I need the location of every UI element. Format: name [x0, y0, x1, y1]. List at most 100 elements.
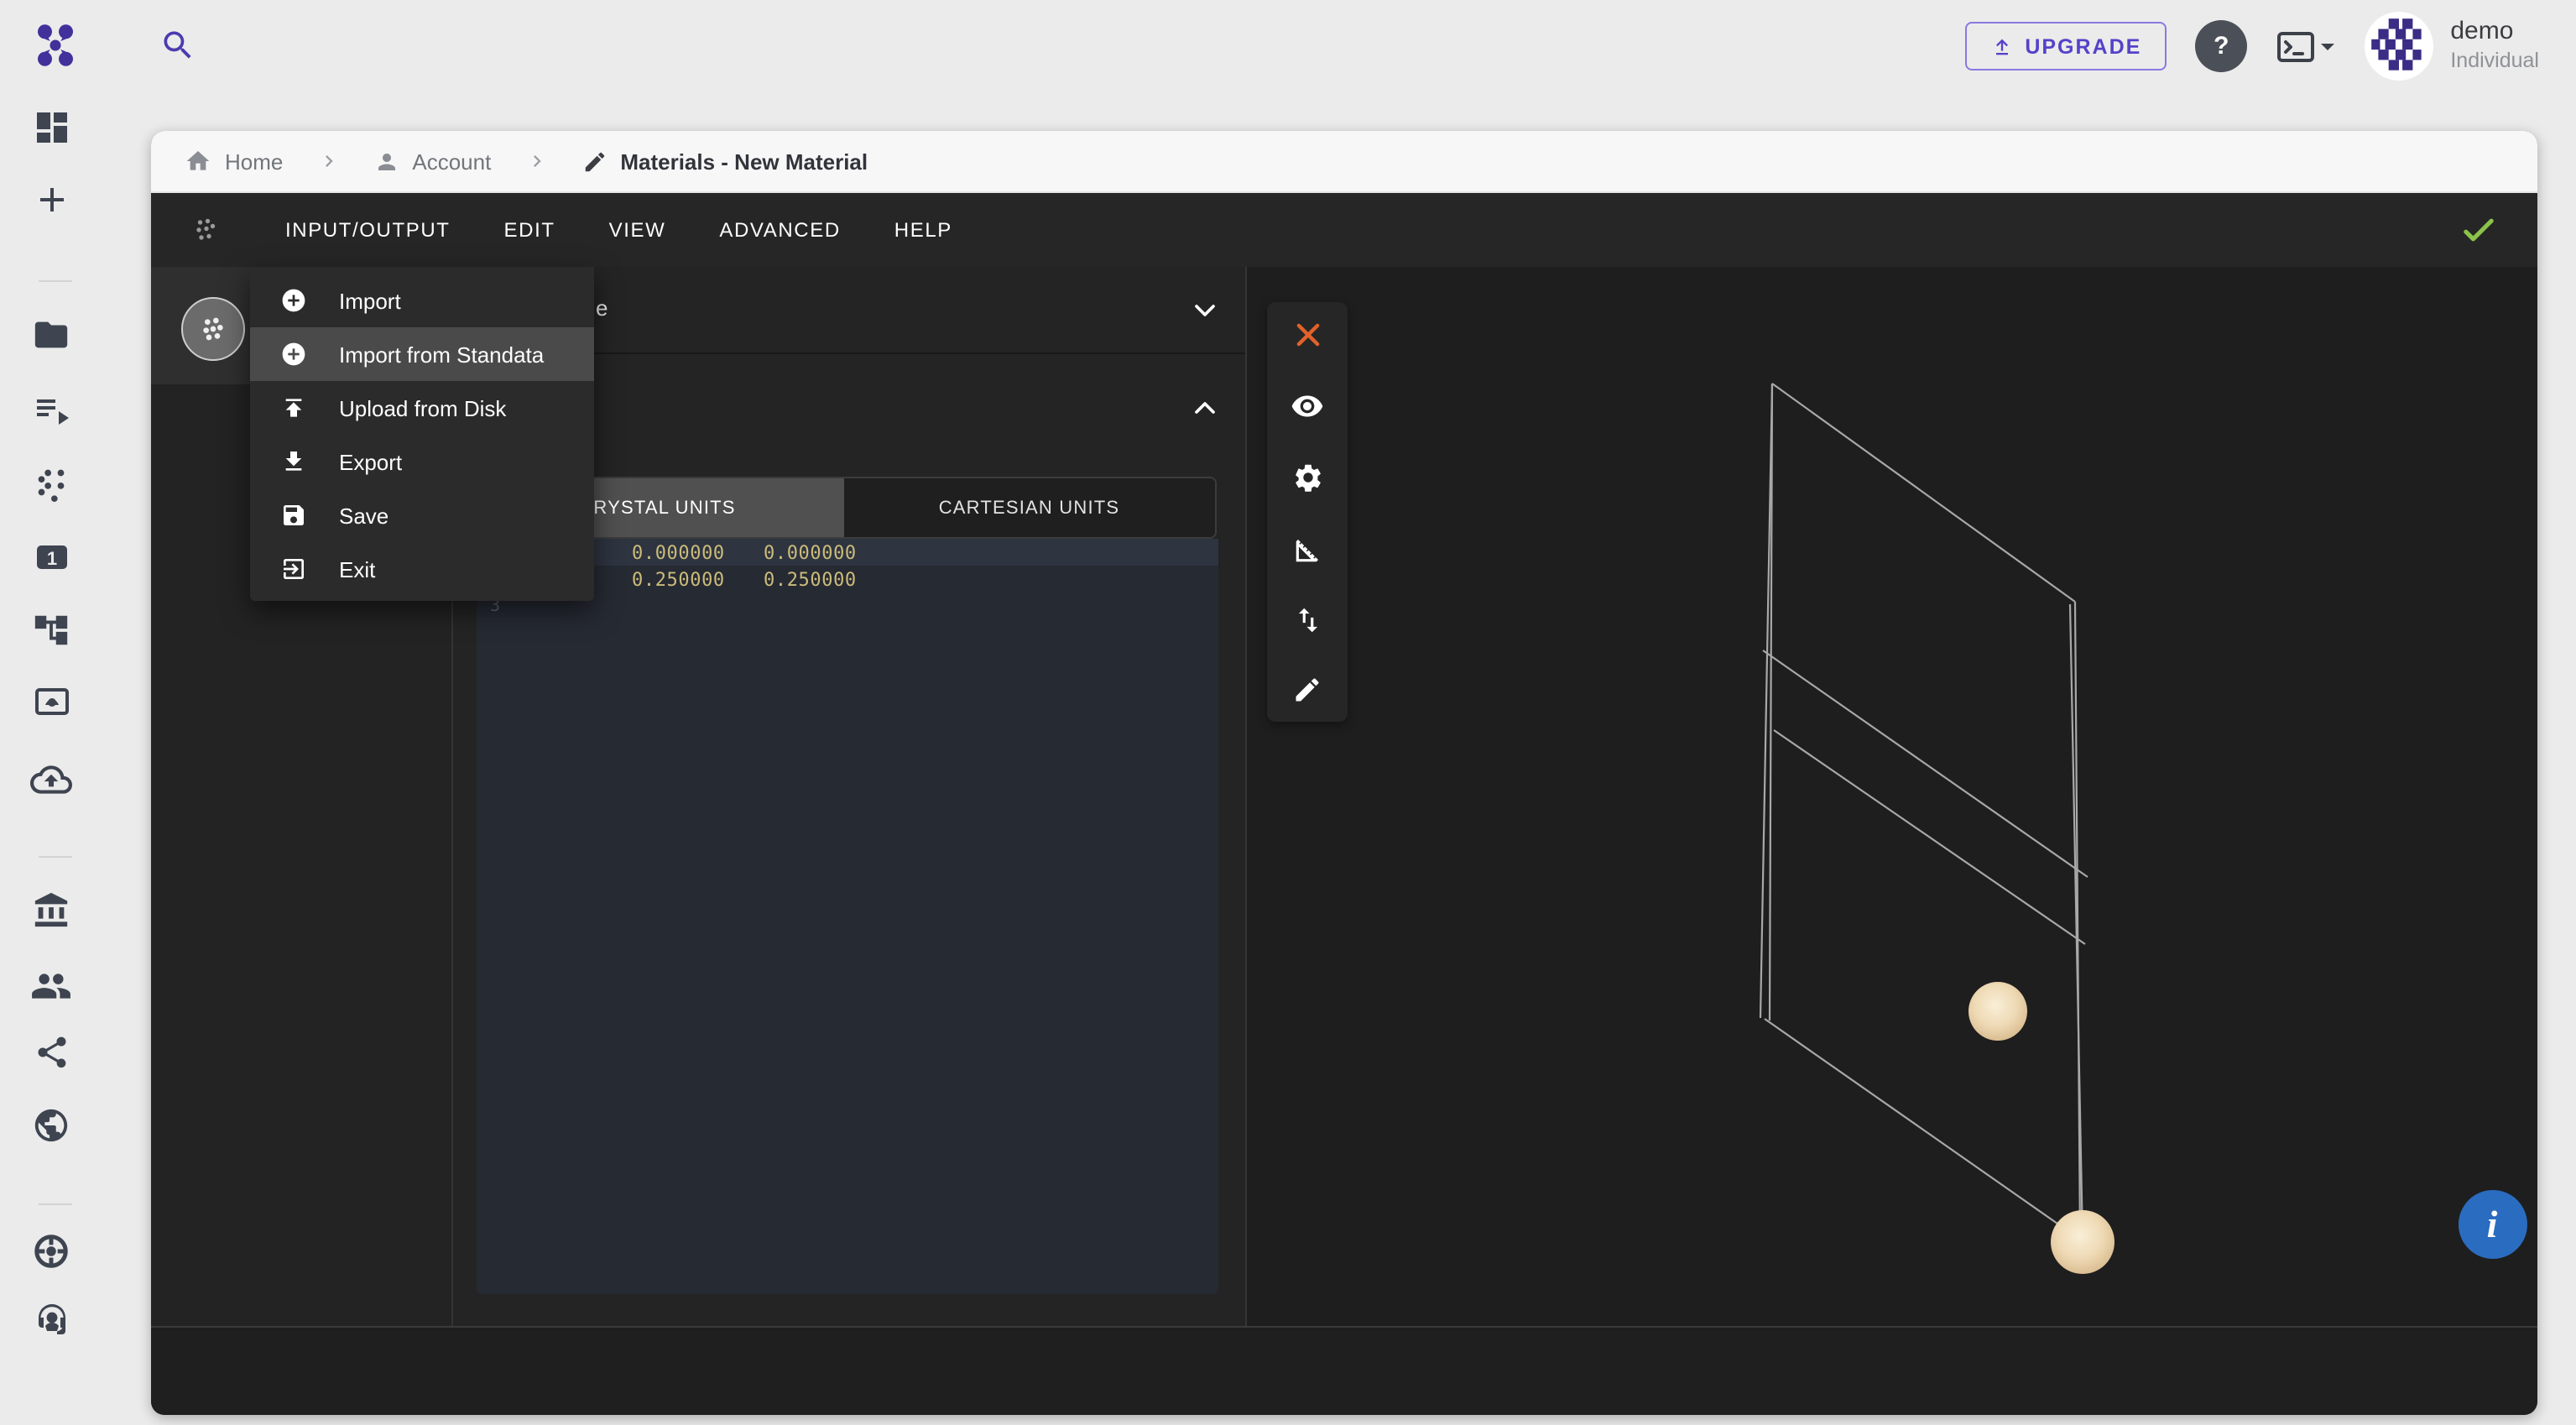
gear-icon[interactable] — [1291, 462, 1323, 494]
top-bar: UPGRADE ? — [0, 0, 2576, 92]
card-one-icon: 1 — [31, 537, 71, 577]
terminal-icon — [2276, 29, 2316, 63]
menu-item-export[interactable]: Export — [250, 435, 594, 488]
home-icon — [185, 148, 211, 175]
sidebar-item-teams[interactable] — [0, 965, 102, 1007]
help-icon[interactable]: ? — [2195, 20, 2247, 72]
image-icon — [31, 681, 71, 722]
swap-vertical-icon[interactable] — [1291, 604, 1323, 636]
sidebar-item-support-agent[interactable] — [0, 1299, 102, 1339]
chevron-up-icon — [1188, 391, 1222, 425]
exit-icon — [280, 556, 307, 582]
plus-icon — [31, 180, 71, 220]
sidebar-item-materials[interactable] — [0, 463, 102, 502]
tree-icon — [32, 611, 70, 650]
coord-cell: 0.000000 — [764, 541, 895, 563]
user-role: Individual — [2450, 49, 2539, 75]
sidebar-item-support-wheel[interactable] — [0, 1232, 102, 1271]
user-menu[interactable]: demo Individual — [2365, 12, 2539, 81]
plus-circle-icon — [280, 341, 307, 368]
chevron-right-icon — [524, 149, 548, 173]
atom-sphere[interactable] — [1969, 982, 2027, 1041]
green-check-icon — [2457, 208, 2500, 252]
sidebar-item-create[interactable] — [0, 180, 102, 220]
save-icon — [280, 502, 307, 529]
grain-icon — [32, 463, 70, 502]
three-d-viewer[interactable]: i — [1245, 267, 2537, 1328]
sidebar-item-bank-1[interactable]: 1 — [0, 537, 102, 577]
application-window: { "topbar": { "upgrade_label": "UPGRADE"… — [0, 0, 2576, 1425]
download-icon — [280, 448, 307, 475]
breadcrumb: Home Account Materials - New Material — [151, 131, 2537, 193]
mat3ra-logo-icon[interactable] — [30, 20, 81, 70]
globe-icon — [32, 1106, 70, 1145]
menu-item-upload-from-disk[interactable]: Upload from Disk — [250, 381, 594, 435]
upgrade-button[interactable]: UPGRADE — [1964, 22, 2167, 70]
bank-icon — [32, 891, 70, 930]
viewer-toolbar — [1267, 302, 1348, 722]
person-icon — [373, 149, 399, 174]
chevron-down-icon — [1188, 293, 1222, 326]
coord-cell: 0.250000 — [764, 568, 895, 590]
sidebar-divider — [39, 856, 72, 858]
ruler-icon[interactable] — [1291, 533, 1323, 565]
info-button[interactable]: i — [2458, 1190, 2526, 1259]
console-menu-button[interactable] — [2276, 29, 2336, 63]
wheel-icon — [32, 1232, 70, 1271]
menu-item-import[interactable]: Import — [250, 274, 594, 327]
material-dots-icon — [191, 215, 222, 245]
avatar — [2365, 12, 2433, 81]
cloud-upload-icon — [30, 759, 72, 801]
headset-icon — [31, 1299, 71, 1339]
crystal-wireframe — [1247, 267, 2537, 1328]
pencil-icon — [581, 149, 607, 174]
sidebar-item-uploads[interactable] — [0, 759, 102, 801]
groups-icon — [30, 965, 72, 1007]
breadcrumb-current: Materials - New Material — [620, 149, 868, 174]
share-icon — [33, 1034, 70, 1071]
designer-footer — [151, 1326, 2537, 1415]
sidebar-item-dashboard[interactable] — [0, 107, 102, 148]
dashboard-icon — [31, 107, 71, 148]
chevron-right-icon — [316, 149, 340, 173]
menu-help[interactable]: HELP — [868, 218, 979, 242]
coord-cell: 0.250000 — [632, 568, 764, 590]
menu-input-output[interactable]: INPUT/OUTPUT — [258, 218, 477, 242]
close-icon[interactable] — [1291, 319, 1323, 351]
sidebar-item-share[interactable] — [0, 1034, 102, 1071]
sidebar-item-workflows[interactable] — [0, 611, 102, 650]
folder-icon — [32, 316, 70, 354]
playlist-play-icon — [31, 389, 71, 430]
material-dots-icon — [196, 312, 230, 346]
breadcrumb-account[interactable]: Account — [412, 149, 491, 174]
sidebar-item-jobs[interactable] — [0, 389, 102, 430]
input-output-dropdown: Import Import from Standata Upload from … — [250, 267, 594, 601]
menu-item-exit[interactable]: Exit — [250, 542, 594, 596]
chevron-down-icon — [2319, 38, 2336, 55]
sidebar-item-web[interactable] — [0, 1106, 102, 1145]
basis-coordinates-editor[interactable]: 0.000000 0.000000 0.000000 0.250000 0.25… — [477, 539, 1218, 1294]
atom-sphere[interactable] — [2051, 1210, 2115, 1274]
menu-view[interactable]: VIEW — [582, 218, 693, 242]
sidebar-item-media[interactable] — [0, 681, 102, 722]
menu-advanced[interactable]: ADVANCED — [692, 218, 867, 242]
designer-menubar: INPUT/OUTPUT EDIT VIEW ADVANCED HELP — [151, 193, 2537, 267]
user-name: demo — [2450, 18, 2539, 50]
section-title-fragment: e — [596, 295, 607, 321]
sidebar-item-projects[interactable] — [0, 316, 102, 354]
menu-item-import-from-standata[interactable]: Import from Standata — [250, 327, 594, 381]
sidebar-divider — [39, 280, 72, 282]
breadcrumb-home[interactable]: Home — [225, 149, 283, 174]
sidebar-item-bank[interactable] — [0, 891, 102, 930]
menu-edit[interactable]: EDIT — [477, 218, 582, 242]
search-icon[interactable] — [159, 27, 196, 64]
pencil-icon[interactable] — [1292, 675, 1322, 705]
menu-item-save[interactable]: Save — [250, 488, 594, 542]
sidebar-divider — [39, 1203, 72, 1205]
plus-circle-icon — [280, 287, 307, 314]
coord-cell: 0.000000 — [632, 541, 764, 563]
eye-icon[interactable] — [1291, 389, 1324, 423]
svg-text:1: 1 — [46, 548, 56, 569]
tab-cartesian-units[interactable]: CARTESIAN UNITS — [843, 478, 1215, 537]
material-avatar[interactable] — [181, 297, 245, 361]
